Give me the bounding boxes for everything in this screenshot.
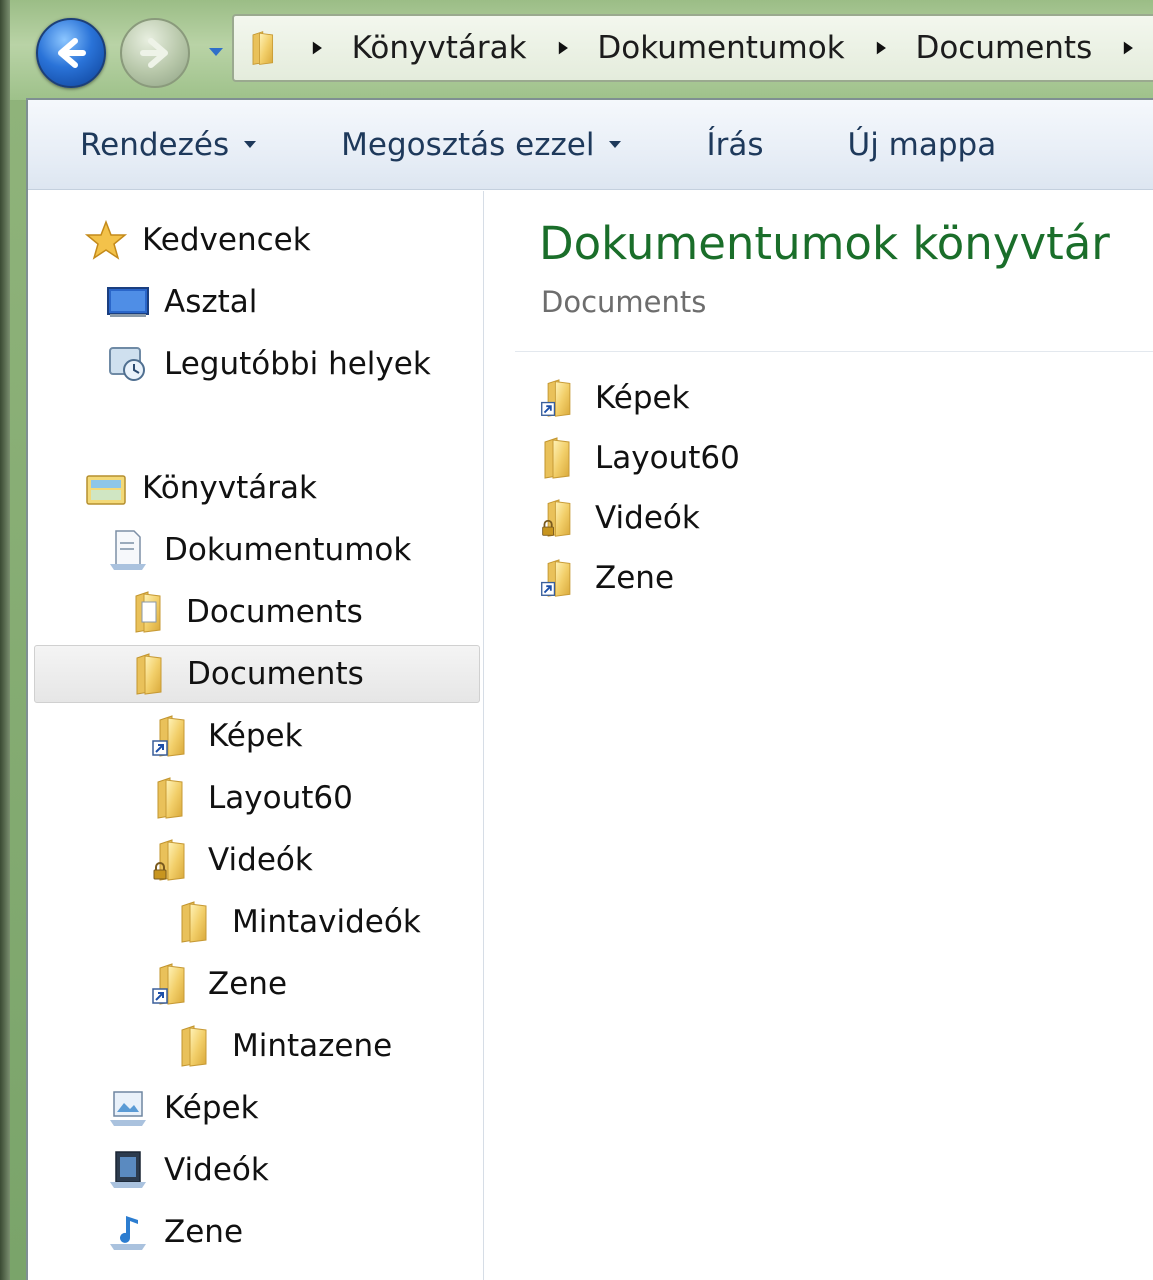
folder-locked-icon (541, 499, 571, 537)
nav-item-documents-selected[interactable]: Documents (34, 645, 480, 703)
chevron-right-icon[interactable] (1122, 40, 1135, 56)
folder-icon (129, 652, 173, 696)
nav-item-sample-music[interactable]: Mintazene (174, 1017, 392, 1075)
file-name: Zene (595, 560, 675, 596)
header-divider (515, 351, 1153, 352)
file-name: Videók (595, 500, 700, 536)
breadcrumb-documents[interactable]: Documents (915, 30, 1092, 66)
music-library-icon (110, 1216, 146, 1250)
nav-item-layout60[interactable]: Layout60 (150, 769, 353, 827)
videos-library-icon (110, 1151, 146, 1188)
navigation-pane: Kedvencek Asztal Legutóbbi helyek Könyvt… (28, 191, 484, 1280)
burn-label: Írás (706, 126, 764, 163)
nav-label: Mintazene (232, 1028, 393, 1064)
title-bar: Könyvtárak Dokumentumok Documents (10, 0, 1153, 100)
nav-item-libraries[interactable]: Könyvtárak (84, 459, 317, 517)
folder-shortcut-icon (540, 379, 571, 417)
nav-item-sample-videos[interactable]: Mintavideók (174, 893, 421, 951)
nav-label: Kedvencek (142, 222, 311, 258)
nav-label: Könyvtárak (142, 470, 317, 506)
folder-icon (150, 776, 194, 820)
content-pane: Dokumentumok könyvtár Documents Képek La… (485, 191, 1153, 1280)
recent-places-icon (109, 347, 145, 381)
file-item[interactable]: Layout60 (539, 433, 740, 483)
nav-label: Documents (186, 594, 363, 630)
file-name: Képek (595, 380, 690, 416)
documents-library-icon (110, 530, 146, 570)
folder-shortcut-icon (152, 963, 185, 1005)
nav-item-music-library[interactable]: Zene (106, 1203, 243, 1261)
breadcrumb-libraries[interactable]: Könyvtárak (352, 30, 527, 66)
caret-down-icon (609, 141, 622, 148)
nav-label: Képek (164, 1090, 259, 1126)
nav-item-documents-public[interactable]: Documents (128, 583, 363, 641)
new-folder-button[interactable]: Új mappa (848, 127, 997, 163)
nav-item-recent-places[interactable]: Legutóbbi helyek (106, 335, 431, 393)
nav-label: Asztal (164, 284, 258, 320)
back-button[interactable] (36, 18, 106, 88)
nav-label: Mintavideók (232, 904, 421, 940)
desktop-icon (107, 287, 149, 317)
organize-label: Rendezés (80, 126, 230, 163)
nav-item-pictures-shortcut[interactable]: Képek (150, 707, 303, 765)
file-item[interactable]: Zene (539, 553, 674, 603)
nav-item-desktop[interactable]: Asztal (106, 273, 257, 331)
new-folder-label: Új mappa (847, 126, 997, 163)
chevron-right-icon[interactable] (311, 40, 324, 56)
nav-item-documents-library[interactable]: Dokumentumok (106, 521, 411, 579)
folder-icon (174, 1024, 218, 1068)
address-bar[interactable]: Könyvtárak Dokumentumok Documents (232, 14, 1153, 82)
nav-label: Legutóbbi helyek (164, 346, 431, 382)
background-edge (0, 0, 10, 1280)
file-name: Layout60 (595, 440, 740, 476)
caret-down-icon (244, 141, 257, 148)
nav-label: Documents (187, 656, 364, 692)
nav-label: Képek (208, 718, 303, 754)
burn-button[interactable]: Írás (706, 127, 763, 163)
folder-icon (174, 900, 218, 944)
share-with-button[interactable]: Megosztás ezzel (341, 127, 622, 163)
nav-item-videos-library[interactable]: Videók (106, 1141, 269, 1199)
nav-label: Videók (208, 842, 313, 878)
pictures-library-icon (110, 1091, 146, 1126)
chevron-right-icon[interactable] (557, 40, 570, 56)
nav-item-pictures-library[interactable]: Képek (106, 1079, 259, 1137)
nav-item-favorites[interactable]: Kedvencek (84, 211, 311, 269)
folder-icon (539, 436, 579, 480)
breadcrumb-documents-library[interactable]: Dokumentumok (597, 30, 844, 66)
nav-label: Zene (208, 966, 288, 1002)
public-documents-folder-icon (135, 591, 161, 633)
library-location-link[interactable]: Documents (541, 285, 706, 319)
libraries-icon (86, 475, 126, 505)
nav-label: Zene (164, 1214, 244, 1250)
folder-shortcut-icon (152, 715, 185, 757)
command-bar: Rendezés Megosztás ezzel Írás Új mappa (28, 100, 1153, 190)
folder-locked-icon (153, 839, 185, 881)
library-title: Dokumentumok könyvtár (539, 217, 1110, 270)
star-icon (84, 219, 128, 260)
file-item[interactable]: Képek (539, 373, 690, 423)
forward-button[interactable] (120, 18, 190, 88)
arrow-right-icon (140, 38, 168, 68)
recent-pages-dropdown[interactable] (206, 44, 226, 60)
folder-icon (248, 30, 281, 66)
explorer-window: Rendezés Megosztás ezzel Írás Új mappa K… (26, 98, 1153, 1280)
nav-label: Videók (164, 1152, 269, 1188)
share-with-label: Megosztás ezzel (341, 126, 595, 163)
nav-item-videos-locked[interactable]: Videók (150, 831, 313, 889)
organize-button[interactable]: Rendezés (80, 127, 257, 163)
arrow-left-icon (58, 38, 86, 68)
nav-item-music-shortcut[interactable]: Zene (150, 955, 287, 1013)
folder-shortcut-icon (540, 559, 571, 597)
nav-label: Layout60 (208, 780, 353, 816)
nav-label: Dokumentumok (164, 532, 412, 568)
chevron-right-icon[interactable] (875, 40, 888, 56)
file-item[interactable]: Videók (539, 493, 700, 543)
